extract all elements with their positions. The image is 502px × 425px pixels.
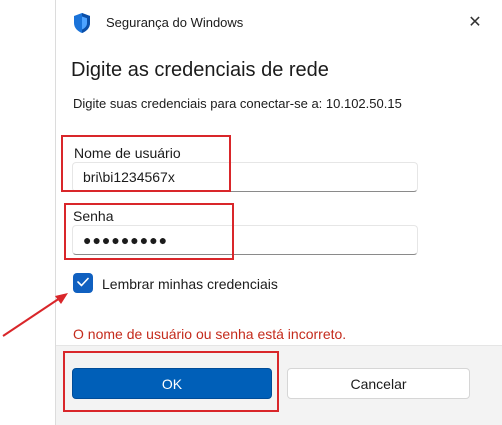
dialog-heading: Digite as credenciais de rede bbox=[71, 59, 329, 81]
close-icon: ✕ bbox=[468, 14, 482, 31]
annotation-arrow-icon bbox=[2, 293, 68, 337]
cancel-button[interactable]: Cancelar bbox=[287, 368, 470, 399]
close-button[interactable]: ✕ bbox=[460, 8, 490, 36]
dialog-instruction: Digite suas credenciais para conectar-se… bbox=[73, 96, 402, 111]
error-message: O nome de usuário ou senha está incorret… bbox=[73, 326, 347, 342]
password-highlight-box bbox=[64, 203, 234, 260]
window-title: Segurança do Windows bbox=[106, 15, 244, 30]
windows-security-shield-icon bbox=[72, 12, 92, 34]
screenshot-page: Segurança do Windows ✕ Digite as credenc… bbox=[0, 0, 502, 425]
ok-highlight-box bbox=[63, 351, 279, 412]
username-highlight-box bbox=[61, 135, 231, 192]
remember-label[interactable]: Lembrar minhas credenciais bbox=[102, 276, 278, 292]
